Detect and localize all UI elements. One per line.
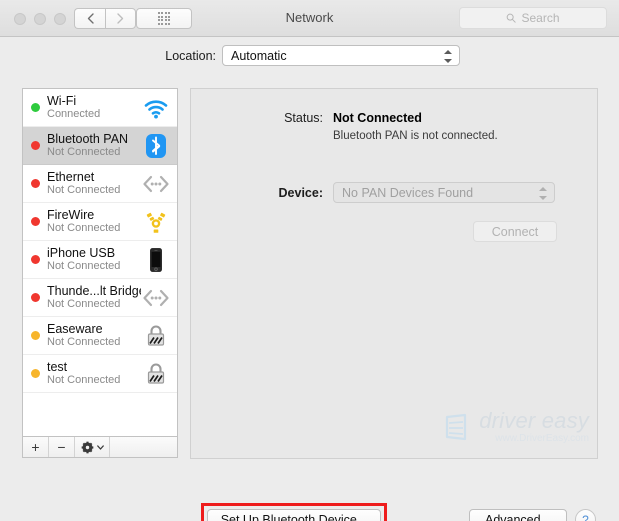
services-list-toolbar: + − <box>22 436 178 458</box>
firewire-icon <box>146 212 166 233</box>
device-value: No PAN Devices Found <box>342 186 474 200</box>
watermark-title: driver easy <box>479 408 589 433</box>
service-list-item[interactable]: Wi-Fi Connected <box>23 89 177 127</box>
device-select[interactable]: No PAN Devices Found <box>333 182 555 203</box>
service-icon-wrap <box>141 169 171 199</box>
help-label: ? <box>582 512 589 521</box>
network-preferences-window: Network Search Location: Automatic Wi-Fi… <box>0 0 619 521</box>
status-indicator-dot <box>31 331 40 340</box>
service-icon-wrap <box>141 321 171 351</box>
service-status: Not Connected <box>47 336 121 348</box>
ethernet-icon <box>143 175 169 192</box>
remove-service-button[interactable]: − <box>49 437 75 457</box>
search-input[interactable]: Search <box>459 7 607 29</box>
service-name: Ethernet <box>47 170 95 184</box>
service-status: Connected <box>47 108 101 120</box>
status-indicator-dot <box>31 255 40 264</box>
service-list-item[interactable]: Ethernet Not Connected <box>23 165 177 203</box>
service-icon-wrap <box>141 93 171 123</box>
add-service-label: + <box>31 439 40 455</box>
content-area: Wi-Fi Connected Bluetooth PAN Not Connected… <box>0 79 619 521</box>
service-detail-pane: Status: Not Connected Bluetooth PAN is n… <box>190 88 598 459</box>
service-text: test Not Connected <box>47 360 141 387</box>
service-name: Easeware <box>47 322 103 336</box>
service-text: FireWire Not Connected <box>47 208 141 235</box>
bluetooth-icon <box>146 133 166 158</box>
status-value: Not Connected <box>333 111 422 125</box>
service-name: Wi-Fi <box>47 94 77 108</box>
service-text: Bluetooth PAN Not Connected <box>47 132 141 159</box>
service-icon-wrap <box>141 207 171 237</box>
service-status: Not Connected <box>47 222 121 234</box>
service-status: Not Connected <box>47 260 121 272</box>
service-icon-wrap <box>141 245 171 275</box>
location-select[interactable]: Automatic <box>222 45 460 66</box>
advanced-label: Advanced... <box>484 512 551 521</box>
status-indicator-dot <box>31 141 40 150</box>
service-name: FireWire <box>47 208 95 222</box>
status-description: Bluetooth PAN is not connected. <box>333 130 498 142</box>
help-button[interactable]: ? <box>575 509 596 521</box>
window-titlebar: Network Search <box>0 0 619 37</box>
advanced-button[interactable]: Advanced... <box>469 509 567 521</box>
device-label: Device: <box>278 186 323 200</box>
service-text: Thunde...lt Bridge Not Connected <box>47 284 141 311</box>
location-row: Location: Automatic <box>0 37 619 79</box>
driver-easy-logo-icon <box>446 413 467 441</box>
service-text: Wi-Fi Connected <box>47 94 141 121</box>
service-name: test <box>47 360 68 374</box>
service-icon-wrap <box>141 359 171 389</box>
service-list-item[interactable]: test Not Connected <box>23 355 177 393</box>
service-name: Thunde...lt Bridge <box>47 284 141 298</box>
vpn-lock-icon <box>147 362 165 384</box>
service-name: iPhone USB <box>47 246 116 260</box>
status-indicator-dot <box>31 103 40 112</box>
iphone-icon <box>150 247 162 272</box>
service-text: Ethernet Not Connected <box>47 170 141 197</box>
watermark-url: www.DriverEasy.com <box>495 433 589 444</box>
service-list-item[interactable]: FireWire Not Connected <box>23 203 177 241</box>
service-list-item[interactable]: iPhone USB Not Connected <box>23 241 177 279</box>
status-label: Status: <box>284 111 323 125</box>
remove-service-label: − <box>57 439 66 455</box>
highlight-annotation-rectangle <box>201 503 387 521</box>
status-indicator-dot <box>31 369 40 378</box>
ethernet-icon <box>143 289 169 306</box>
service-icon-wrap <box>141 283 171 313</box>
connect-button[interactable]: Connect <box>473 221 557 242</box>
vpn-lock-icon <box>147 324 165 346</box>
location-label: Location: <box>165 49 216 63</box>
location-value: Automatic <box>231 49 287 63</box>
service-status: Not Connected <box>47 146 121 158</box>
add-service-button[interactable]: + <box>23 437 49 457</box>
service-text: iPhone USB Not Connected <box>47 246 141 273</box>
connect-label: Connect <box>491 224 539 239</box>
service-status: Not Connected <box>47 374 121 386</box>
service-status: Not Connected <box>47 298 121 310</box>
search-placeholder: Search <box>521 11 560 25</box>
wifi-icon <box>144 99 168 118</box>
chevron-updown-icon <box>443 50 452 63</box>
network-services-list[interactable]: Wi-Fi Connected Bluetooth PAN Not Connected… <box>22 88 178 436</box>
chevron-updown-icon <box>538 187 547 200</box>
search-icon <box>507 13 517 23</box>
gear-icon <box>81 441 93 453</box>
status-indicator-dot <box>31 217 40 226</box>
service-status: Not Connected <box>47 184 121 196</box>
service-list-item[interactable]: Bluetooth PAN Not Connected <box>23 127 177 165</box>
service-text: Easeware Not Connected <box>47 322 141 349</box>
service-actions-button[interactable] <box>75 437 110 457</box>
service-name: Bluetooth PAN <box>47 132 129 146</box>
chevron-down-icon <box>96 444 104 450</box>
status-indicator-dot <box>31 179 40 188</box>
driver-easy-watermark: driver easy www.DriverEasy.com <box>443 410 589 444</box>
service-list-item[interactable]: Easeware Not Connected <box>23 317 177 355</box>
service-list-item[interactable]: Thunde...lt Bridge Not Connected <box>23 279 177 317</box>
service-icon-wrap <box>141 131 171 161</box>
status-indicator-dot <box>31 293 40 302</box>
